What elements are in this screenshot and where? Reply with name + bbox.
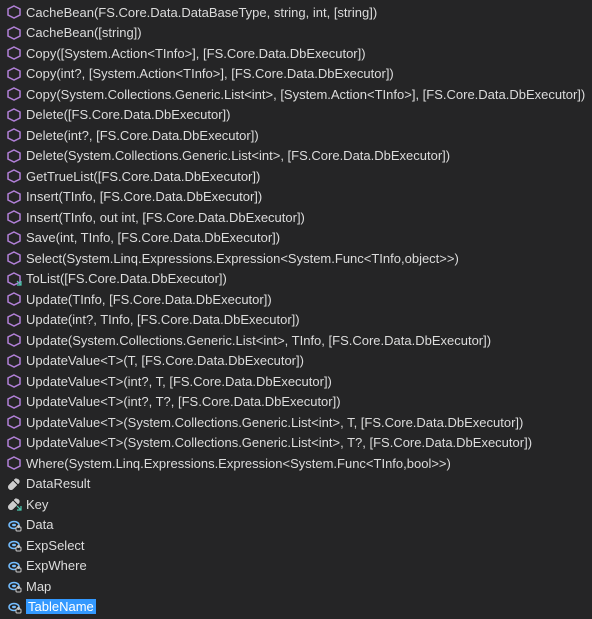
method-icon: [6, 4, 22, 20]
method-icon: [6, 66, 22, 82]
member-label: UpdateValue<T>(T, [FS.Core.Data.DbExecut…: [26, 353, 304, 368]
member-item[interactable]: UpdateValue<T>(int?, T?, [FS.Core.Data.D…: [0, 392, 592, 413]
method-icon: [6, 414, 22, 430]
method-icon: [6, 148, 22, 164]
member-label: Delete([FS.Core.Data.DbExecutor]): [26, 107, 230, 122]
member-item[interactable]: Delete([FS.Core.Data.DbExecutor]): [0, 105, 592, 126]
member-label: UpdateValue<T>(System.Collections.Generi…: [26, 415, 523, 430]
member-item[interactable]: Update(TInfo, [FS.Core.Data.DbExecutor]): [0, 289, 592, 310]
member-item[interactable]: Data: [0, 515, 592, 536]
member-label: Key: [26, 497, 48, 512]
field-icon: [6, 578, 22, 594]
member-item[interactable]: UpdateValue<T>(int?, T, [FS.Core.Data.Db…: [0, 371, 592, 392]
member-label: Select(System.Linq.Expressions.Expressio…: [26, 251, 459, 266]
member-label: Where(System.Linq.Expressions.Expression…: [26, 456, 451, 471]
member-list: CacheBean(FS.Core.Data.DataBaseType, str…: [0, 0, 592, 619]
member-label: UpdateValue<T>(int?, T?, [FS.Core.Data.D…: [26, 394, 341, 409]
member-label: CacheBean([string]): [26, 25, 142, 40]
method-icon: [6, 127, 22, 143]
member-item[interactable]: Delete(int?, [FS.Core.Data.DbExecutor]): [0, 125, 592, 146]
member-label: UpdateValue<T>(System.Collections.Generi…: [26, 435, 532, 450]
method-icon: [6, 86, 22, 102]
member-item[interactable]: UpdateValue<T>(T, [FS.Core.Data.DbExecut…: [0, 351, 592, 372]
member-item[interactable]: Copy(int?, [System.Action<TInfo>], [FS.C…: [0, 64, 592, 85]
method-icon: [6, 394, 22, 410]
member-label: Copy(int?, [System.Action<TInfo>], [FS.C…: [26, 66, 394, 81]
method-icon: [6, 230, 22, 246]
member-item[interactable]: Copy([System.Action<TInfo>], [FS.Core.Da…: [0, 43, 592, 64]
member-label: Delete(System.Collections.Generic.List<i…: [26, 148, 450, 163]
method-icon: [6, 168, 22, 184]
member-item[interactable]: Save(int, TInfo, [FS.Core.Data.DbExecuto…: [0, 228, 592, 249]
member-label: ExpSelect: [26, 538, 85, 553]
member-item[interactable]: GetTrueList([FS.Core.Data.DbExecutor]): [0, 166, 592, 187]
member-item[interactable]: Update(System.Collections.Generic.List<i…: [0, 330, 592, 351]
method-icon: [6, 373, 22, 389]
member-item[interactable]: Update(int?, TInfo, [FS.Core.Data.DbExec…: [0, 310, 592, 331]
member-label: Update(System.Collections.Generic.List<i…: [26, 333, 491, 348]
member-item[interactable]: CacheBean([string]): [0, 23, 592, 44]
member-label: Data: [26, 517, 53, 532]
member-item[interactable]: ExpSelect: [0, 535, 592, 556]
member-item[interactable]: Map: [0, 576, 592, 597]
member-item[interactable]: ToList([FS.Core.Data.DbExecutor]): [0, 269, 592, 290]
method-icon: [6, 107, 22, 123]
member-item[interactable]: Delete(System.Collections.Generic.List<i…: [0, 146, 592, 167]
method-icon: [6, 189, 22, 205]
member-item[interactable]: ExpWhere: [0, 556, 592, 577]
member-item[interactable]: UpdateValue<T>(System.Collections.Generi…: [0, 433, 592, 454]
member-label: Update(int?, TInfo, [FS.Core.Data.DbExec…: [26, 312, 300, 327]
field-icon: [6, 558, 22, 574]
member-label: DataResult: [26, 476, 90, 491]
member-label: Copy([System.Action<TInfo>], [FS.Core.Da…: [26, 46, 366, 61]
member-item[interactable]: UpdateValue<T>(System.Collections.Generi…: [0, 412, 592, 433]
member-label: ToList([FS.Core.Data.DbExecutor]): [26, 271, 227, 286]
method-icon: [6, 25, 22, 41]
member-item[interactable]: Select(System.Linq.Expressions.Expressio…: [0, 248, 592, 269]
method-icon: [6, 435, 22, 451]
member-label: Copy(System.Collections.Generic.List<int…: [26, 87, 585, 102]
member-label: Save(int, TInfo, [FS.Core.Data.DbExecuto…: [26, 230, 280, 245]
property-ext-icon: [6, 496, 22, 512]
member-item[interactable]: Key: [0, 494, 592, 515]
member-item[interactable]: DataResult: [0, 474, 592, 495]
member-label: Insert(TInfo, out int, [FS.Core.Data.DbE…: [26, 210, 305, 225]
method-icon: [6, 250, 22, 266]
method-icon: [6, 455, 22, 471]
method-icon: [6, 332, 22, 348]
field-icon: [6, 537, 22, 553]
member-label: Insert(TInfo, [FS.Core.Data.DbExecutor]): [26, 189, 262, 204]
method-icon: [6, 209, 22, 225]
method-icon: [6, 353, 22, 369]
member-label: Delete(int?, [FS.Core.Data.DbExecutor]): [26, 128, 259, 143]
property-icon: [6, 476, 22, 492]
member-item[interactable]: Where(System.Linq.Expressions.Expression…: [0, 453, 592, 474]
method-icon: [6, 291, 22, 307]
member-item[interactable]: Insert(TInfo, [FS.Core.Data.DbExecutor]): [0, 187, 592, 208]
member-item[interactable]: Copy(System.Collections.Generic.List<int…: [0, 84, 592, 105]
member-label: ExpWhere: [26, 558, 87, 573]
field-icon: [6, 517, 22, 533]
method-icon: [6, 312, 22, 328]
member-label: Update(TInfo, [FS.Core.Data.DbExecutor]): [26, 292, 272, 307]
member-label: UpdateValue<T>(int?, T, [FS.Core.Data.Db…: [26, 374, 332, 389]
member-label: Map: [26, 579, 51, 594]
method-ext-icon: [6, 271, 22, 287]
member-item[interactable]: CacheBean(FS.Core.Data.DataBaseType, str…: [0, 2, 592, 23]
member-label: CacheBean(FS.Core.Data.DataBaseType, str…: [26, 5, 377, 20]
member-label: GetTrueList([FS.Core.Data.DbExecutor]): [26, 169, 260, 184]
member-item[interactable]: Insert(TInfo, out int, [FS.Core.Data.DbE…: [0, 207, 592, 228]
method-icon: [6, 45, 22, 61]
